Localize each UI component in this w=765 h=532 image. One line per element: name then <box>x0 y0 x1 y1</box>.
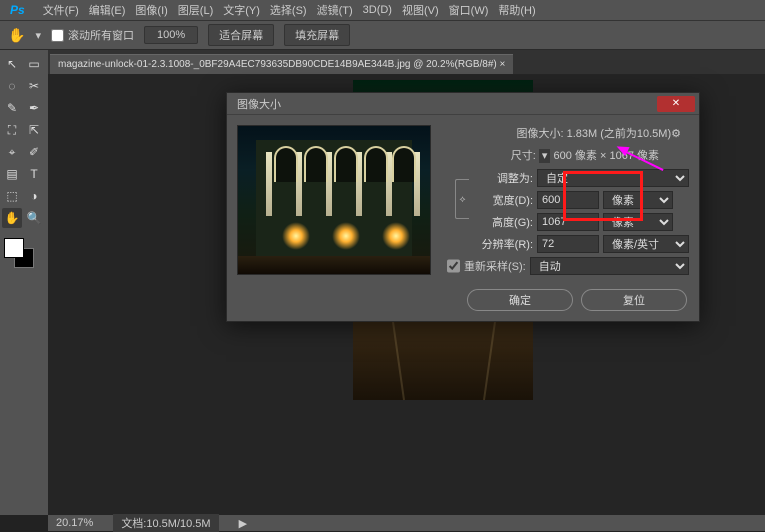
status-zoom[interactable]: 20.17% <box>56 517 93 529</box>
marquee-tool[interactable]: ▭ <box>24 54 44 74</box>
menu-bar: Ps 文件(F) 编辑(E) 图像(I) 图层(L) 文字(Y) 选择(S) 滤… <box>0 0 765 20</box>
gear-icon[interactable]: ⚙ <box>671 128 681 140</box>
hand-tool-icon[interactable]: ✋ <box>8 27 25 44</box>
hand-tool[interactable]: ✋ <box>2 208 22 228</box>
dialog-form: 图像大小: 1.83M (之前为10.5M)⚙ 尺寸: ▾ 600 像素 × 1… <box>441 125 689 273</box>
image-size-label: 图像大小: <box>516 128 563 140</box>
document-tabs: magazine-unlock-01-2.3.1008-_0BF29A4EC79… <box>0 50 765 74</box>
resample-label: 重新采样(S): <box>464 258 526 274</box>
status-bar: 20.17% 文档:10.5M/10.5M ▶ <box>48 515 765 531</box>
move-tool[interactable]: ↖ <box>2 54 22 74</box>
fill-screen-button[interactable]: 填充屏幕 <box>284 24 350 46</box>
status-arrow-icon[interactable]: ▶ <box>239 517 247 530</box>
menu-help[interactable]: 帮助(H) <box>494 0 539 20</box>
menu-select[interactable]: 选择(S) <box>266 0 311 20</box>
lasso-tool[interactable]: ◌ <box>2 76 22 96</box>
menu-file[interactable]: 文件(F) <box>39 0 83 20</box>
status-doc-size[interactable]: 文档:10.5M/10.5M <box>113 514 218 532</box>
dimensions-value: 600 像素 × 1067 像素 <box>554 150 659 162</box>
frame-tool[interactable]: ⛶ <box>2 120 22 140</box>
type-tool[interactable]: T <box>24 164 44 184</box>
shape-tool[interactable]: ⬚ <box>2 186 22 206</box>
ok-button[interactable]: 确定 <box>467 289 573 311</box>
fit-screen-button[interactable]: 适合屏幕 <box>208 24 274 46</box>
dimensions-label: 尺寸: <box>511 150 536 162</box>
app-logo: Ps <box>6 1 29 19</box>
menu-filter[interactable]: 滤镜(T) <box>313 0 357 20</box>
gradient-tool[interactable]: ▤ <box>2 164 22 184</box>
height-input[interactable] <box>537 213 599 231</box>
resample-checkbox[interactable] <box>447 257 460 275</box>
close-icon[interactable]: ✕ <box>657 96 695 112</box>
foreground-swatch[interactable] <box>4 238 24 258</box>
options-bar: ✋ ▾ 滚动所有窗口 100% 适合屏幕 填充屏幕 <box>0 20 765 50</box>
menu-layer[interactable]: 图层(L) <box>174 0 217 20</box>
eyedropper-tool[interactable]: ✎ <box>2 98 22 118</box>
scroll-all-checkbox[interactable]: 滚动所有窗口 <box>51 27 134 43</box>
scroll-all-label: 滚动所有窗口 <box>68 27 134 43</box>
healing-tool[interactable]: ⌖ <box>2 142 22 162</box>
dropdown-icon[interactable]: ▾ <box>35 29 41 42</box>
zoom-tool[interactable]: 🔍 <box>24 208 44 228</box>
pencil-tool[interactable]: ✐ <box>24 142 44 162</box>
clone-tool[interactable]: ⇱ <box>24 120 44 140</box>
dialog-titlebar[interactable]: 图像大小 ✕ <box>227 93 699 115</box>
width-input[interactable] <box>537 191 599 209</box>
height-unit-select[interactable]: 像素 <box>603 213 673 231</box>
menu-type[interactable]: 文字(Y) <box>219 0 264 20</box>
resolution-unit-select[interactable]: 像素/英寸 <box>603 235 689 253</box>
image-size-value: 1.83M (之前为10.5M) <box>567 128 672 140</box>
color-swatches[interactable] <box>2 236 42 272</box>
brush-tool[interactable]: ✒ <box>24 98 44 118</box>
menu-edit[interactable]: 编辑(E) <box>85 0 130 20</box>
adjust-to-select[interactable]: 自定 <box>537 169 689 187</box>
crop-tool[interactable]: ✂ <box>24 76 44 96</box>
preview-thumbnail <box>237 125 431 275</box>
link-icon[interactable]: ⟡ <box>455 179 469 219</box>
dodge-tool[interactable]: ◑ <box>24 186 44 206</box>
menu-view[interactable]: 视图(V) <box>398 0 443 20</box>
resolution-label: 分辨率(R): <box>441 236 533 252</box>
menu-3d[interactable]: 3D(D) <box>359 2 396 18</box>
tool-panel: ↖ ▭ ◌ ✂ ✎ ✒ ⛶ ⇱ ⌖ ✐ ▤ T ⬚ ◑ ✋ 🔍 <box>0 50 48 515</box>
document-tab[interactable]: magazine-unlock-01-2.3.1008-_0BF29A4EC79… <box>50 54 513 74</box>
resolution-input[interactable] <box>537 235 599 253</box>
dialog-title: 图像大小 <box>237 96 281 112</box>
menu-window[interactable]: 窗口(W) <box>445 0 493 20</box>
scroll-all-input[interactable] <box>51 29 64 42</box>
menu-image[interactable]: 图像(I) <box>131 0 171 20</box>
reset-button[interactable]: 复位 <box>581 289 687 311</box>
width-unit-select[interactable]: 像素 <box>603 191 673 209</box>
resample-select[interactable]: 自动 <box>530 257 689 275</box>
zoom-100-button[interactable]: 100% <box>144 26 198 44</box>
